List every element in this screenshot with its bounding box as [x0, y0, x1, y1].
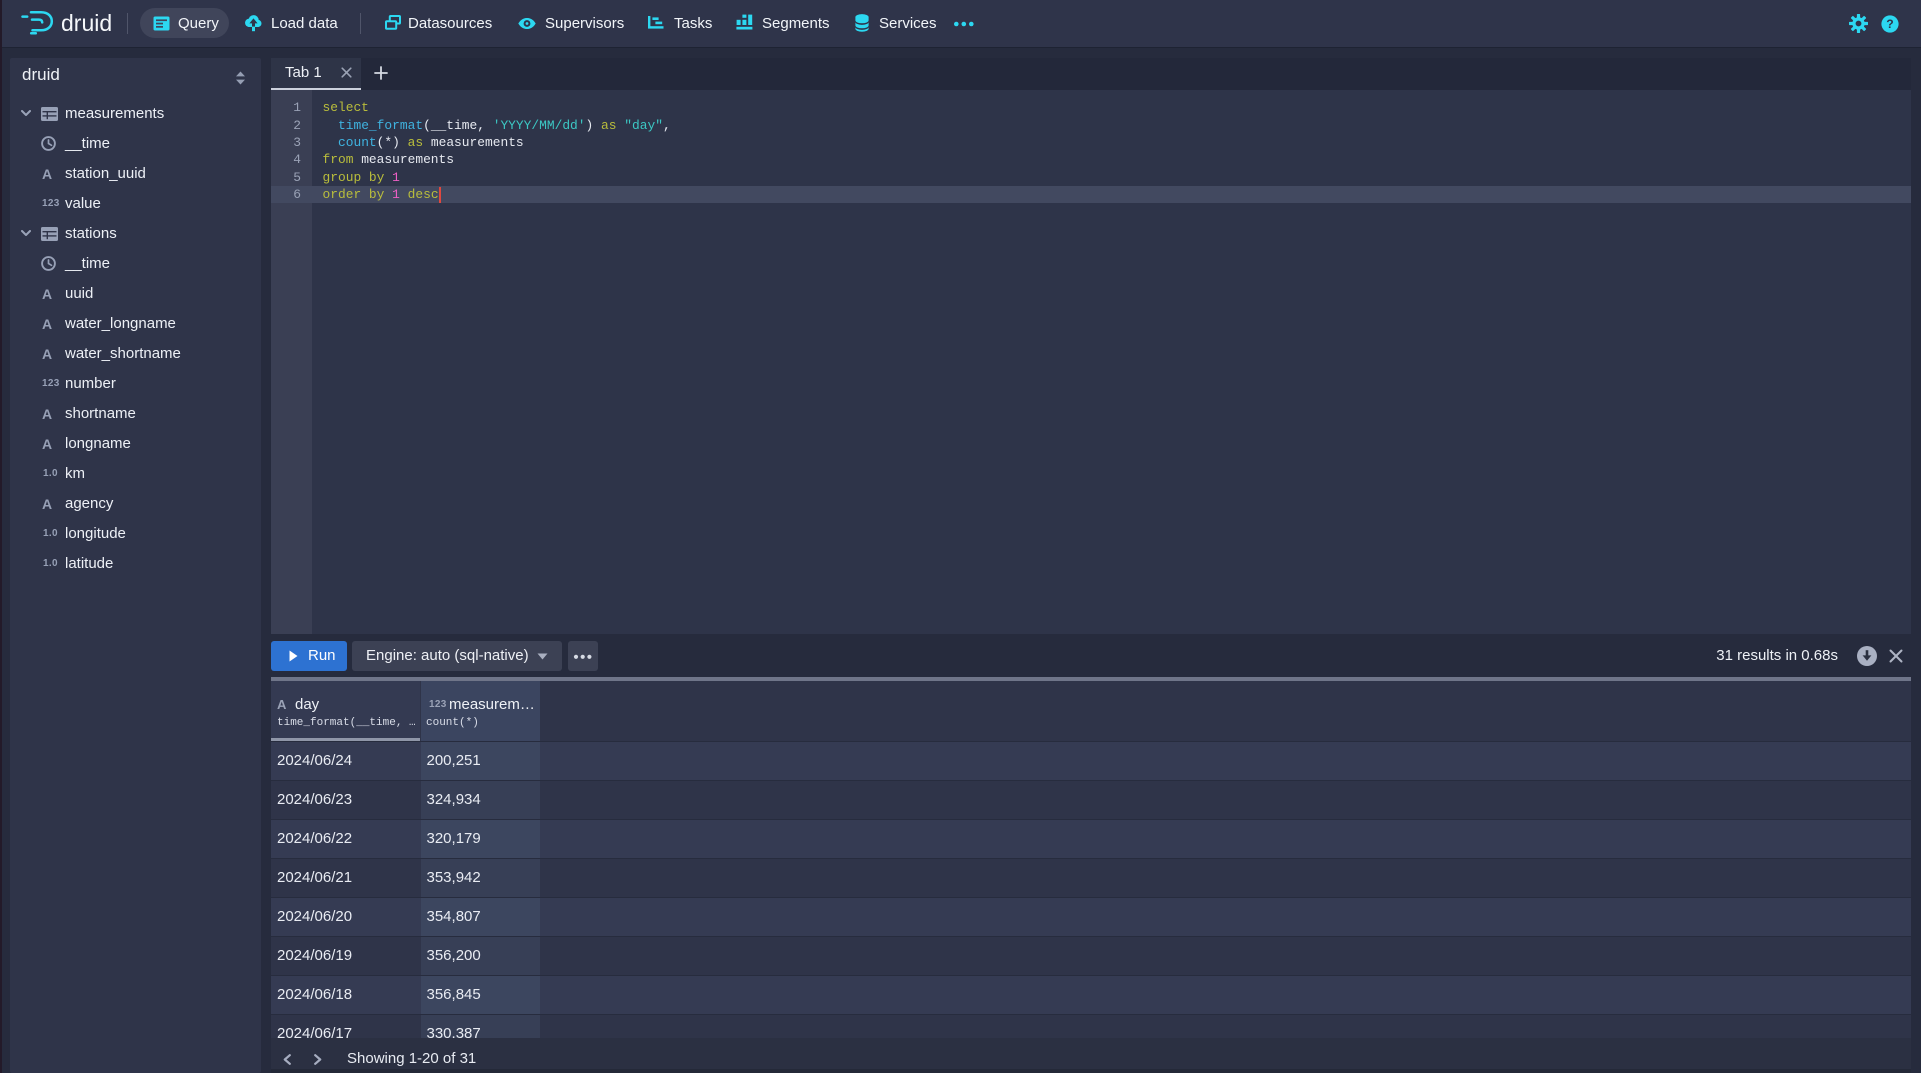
svg-text:?: ?: [1886, 17, 1893, 31]
